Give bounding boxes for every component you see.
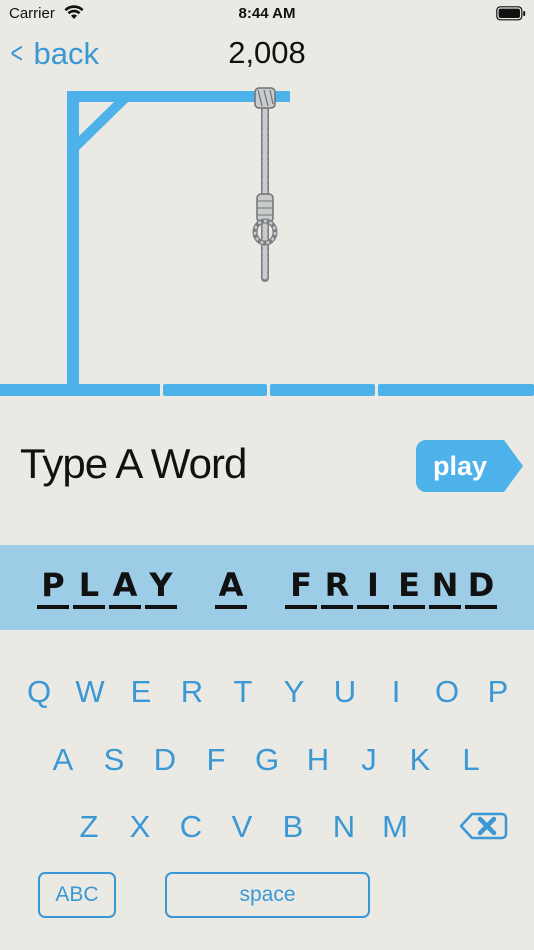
key-i[interactable]: I xyxy=(373,667,419,717)
key-m[interactable]: M xyxy=(372,802,418,852)
key-j[interactable]: J xyxy=(346,735,392,785)
backspace-icon xyxy=(459,812,508,840)
word-band: PLAYAFRIEND xyxy=(0,545,534,630)
key-h[interactable]: H xyxy=(295,735,341,785)
key-n[interactable]: N xyxy=(321,802,367,852)
key-v[interactable]: V xyxy=(219,802,265,852)
noose-icon xyxy=(252,87,278,282)
status-bar: Carrier 8:44 AM xyxy=(0,0,534,28)
key-k[interactable]: K xyxy=(397,735,443,785)
prompt-text: Type A Word xyxy=(20,440,247,487)
letter-slot: I xyxy=(357,565,389,609)
key-w[interactable]: W xyxy=(67,667,113,717)
key-y[interactable]: Y xyxy=(271,667,317,717)
abc-key[interactable]: ABC xyxy=(38,872,116,918)
letter-slot: R xyxy=(321,565,353,609)
letter-slot: Y xyxy=(145,565,177,609)
key-b[interactable]: B xyxy=(270,802,316,852)
play-button-label: play xyxy=(432,451,488,481)
play-button[interactable]: play xyxy=(416,440,523,492)
key-s[interactable]: S xyxy=(91,735,137,785)
key-r[interactable]: R xyxy=(169,667,215,717)
letter-slot: P xyxy=(37,565,69,609)
key-q[interactable]: Q xyxy=(16,667,62,717)
score-display: 2,008 xyxy=(228,35,306,70)
letter-slot: F xyxy=(285,565,317,609)
key-a[interactable]: A xyxy=(40,735,86,785)
key-f[interactable]: F xyxy=(193,735,239,785)
key-d[interactable]: D xyxy=(142,735,188,785)
key-p[interactable]: P xyxy=(475,667,521,717)
key-x[interactable]: X xyxy=(117,802,163,852)
key-u[interactable]: U xyxy=(322,667,368,717)
space-key[interactable]: space xyxy=(165,872,370,918)
letter-slot: A xyxy=(215,565,247,609)
letter-slot: N xyxy=(429,565,461,609)
delete-key[interactable] xyxy=(458,806,508,846)
key-e[interactable]: E xyxy=(118,667,164,717)
key-z[interactable]: Z xyxy=(66,802,112,852)
key-t[interactable]: T xyxy=(220,667,266,717)
letter-slot: E xyxy=(393,565,425,609)
gallows-illustration xyxy=(0,87,534,396)
key-c[interactable]: C xyxy=(168,802,214,852)
key-l[interactable]: L xyxy=(448,735,494,785)
key-o[interactable]: O xyxy=(424,667,470,717)
key-g[interactable]: G xyxy=(244,735,290,785)
letter-slot: D xyxy=(465,565,497,609)
letter-slot: L xyxy=(73,565,105,609)
status-time: 8:44 AM xyxy=(238,5,296,22)
letter-slot: A xyxy=(109,565,141,609)
battery-icon xyxy=(496,6,526,26)
